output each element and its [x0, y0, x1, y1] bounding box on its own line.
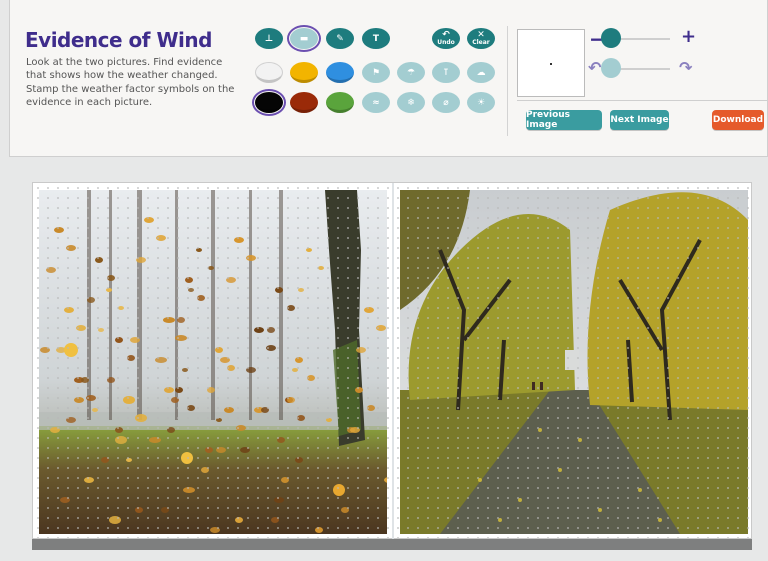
black-swatch[interactable]	[252, 89, 286, 116]
activity-instructions: Look at the two pictures. Find evidence …	[26, 57, 235, 108]
wind-sock-icon: ⚑	[371, 67, 381, 78]
sun-icon: ☀	[476, 97, 486, 108]
blue-swatch[interactable]	[326, 62, 354, 83]
clear-button[interactable]: ✕ Clear	[467, 28, 495, 49]
photo-divider	[392, 183, 394, 540]
drawing-canvas[interactable]	[32, 182, 752, 540]
download-button[interactable]: Download	[712, 110, 764, 130]
rotate-left-icon[interactable]: ↶	[588, 58, 601, 77]
marker-tool-icon: ✎	[336, 33, 344, 44]
previous-image-button[interactable]: Previous Image	[526, 110, 602, 130]
size-slider-handle[interactable]	[601, 28, 621, 48]
snow-cloud-stamp[interactable]: ❄	[397, 92, 425, 113]
rotate-right-icon[interactable]: ↷	[679, 58, 692, 77]
wind-icon: ≈	[372, 97, 380, 108]
marker-tool-button[interactable]: ✎	[326, 28, 354, 49]
red-swatch[interactable]	[290, 92, 318, 113]
cloud-stamp[interactable]: ☁	[467, 62, 495, 83]
sun-stamp[interactable]: ☀	[467, 92, 495, 113]
stamp-preview	[517, 29, 585, 97]
text-tool-icon: T	[372, 33, 380, 44]
white-swatch[interactable]	[255, 62, 283, 83]
undo-button[interactable]: ↶ Undo	[432, 28, 460, 49]
photo-windy-leaves	[39, 190, 387, 534]
controls-divider	[517, 100, 768, 101]
activity-panel: Evidence of Wind Look at the two picture…	[9, 0, 768, 157]
stamp-tool-button[interactable]: ⊥	[255, 28, 283, 49]
temperature-icon: ⊺	[443, 67, 449, 78]
thermometer-icon: ⌀	[443, 97, 449, 108]
rotate-slider-handle[interactable]	[601, 58, 621, 78]
canvas-scrollbar[interactable]	[32, 539, 752, 550]
thermometer-stamp[interactable]: ⌀	[432, 92, 460, 113]
temperature-stamp[interactable]: ⊺	[432, 62, 460, 83]
green-swatch[interactable]	[326, 92, 354, 113]
stamp-tool-icon: ⊥	[264, 33, 274, 44]
next-image-button[interactable]: Next Image	[610, 110, 669, 130]
preview-dot	[550, 63, 552, 65]
text-tool-button[interactable]: T	[362, 28, 390, 49]
cloud-icon: ☁	[476, 67, 486, 78]
yellow-swatch[interactable]	[290, 62, 318, 83]
photo-calm-path	[400, 190, 748, 534]
size-plus-icon[interactable]: +	[681, 26, 696, 47]
snow-cloud-icon: ❄	[407, 97, 415, 108]
wind-sock-stamp[interactable]: ⚑	[362, 62, 390, 83]
rain-cloud-stamp[interactable]: ☂	[397, 62, 425, 83]
windy-leaves-image	[39, 190, 387, 534]
clear-label: Clear	[472, 39, 490, 46]
highlighter-tool-button[interactable]: ▬	[287, 25, 321, 52]
panel-divider	[507, 26, 508, 136]
highlighter-tool-icon: ▬	[299, 33, 309, 44]
wind-stamp[interactable]: ≈	[362, 92, 390, 113]
undo-label: Undo	[437, 39, 455, 46]
activity-title: Evidence of Wind	[25, 28, 212, 52]
calm-path-image	[400, 190, 748, 534]
rain-cloud-icon: ☂	[406, 67, 416, 78]
